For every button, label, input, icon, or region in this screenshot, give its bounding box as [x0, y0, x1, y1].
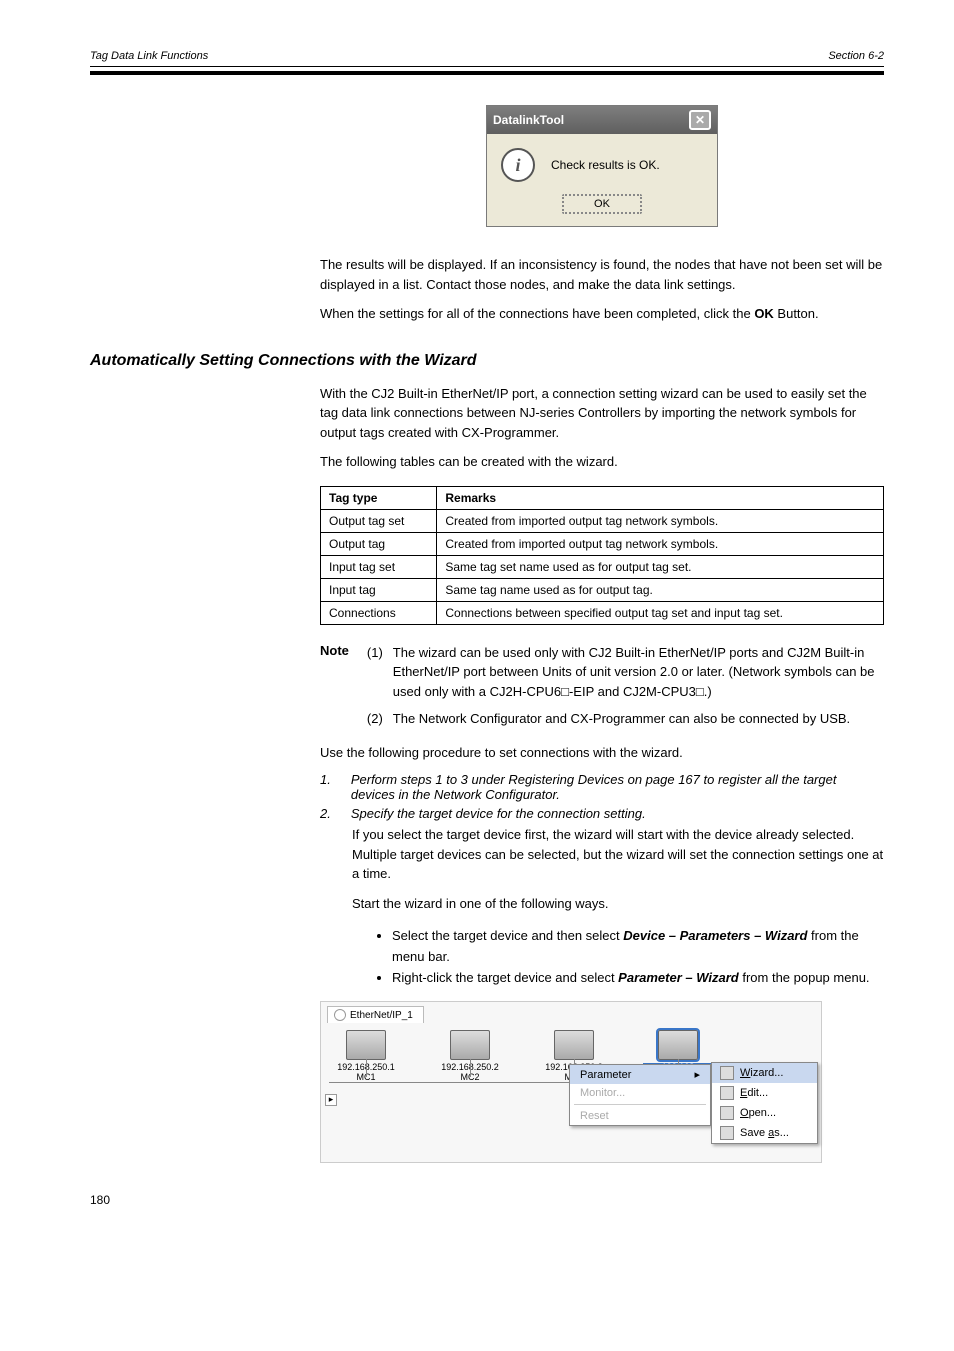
menu-monitor-label: Monitor...: [580, 1087, 625, 1099]
tab-ethernetip[interactable]: EtherNet/IP_1: [327, 1006, 424, 1023]
parameter-submenu: Wizard... Edit... Open... Save as...: [711, 1062, 818, 1144]
para-alldone: When the settings for all of the connect…: [320, 304, 884, 324]
step-2-head: 2. Specify the target device for the con…: [320, 806, 884, 821]
table-cell: Connections: [321, 601, 437, 624]
tab-circle-icon: [334, 1009, 346, 1021]
menu-reset: Reset: [570, 1107, 710, 1125]
step2-p2: Start the wizard in one of the following…: [352, 894, 884, 914]
ok-button[interactable]: OK: [562, 194, 642, 214]
note-num-1: (1): [367, 643, 383, 702]
dialog-message: Check results is OK.: [551, 158, 660, 172]
dialog-datalinktool: DatalinkTool ✕ i Check results is OK. OK: [486, 105, 718, 227]
open-icon: [720, 1106, 734, 1120]
step-1: 1. Perform steps 1 to 3 under Registerin…: [320, 772, 884, 802]
table-cell: Input tag: [321, 578, 437, 601]
menu-parameter[interactable]: Parameter ▸: [570, 1065, 710, 1084]
steps-intro: Use the following procedure to set conne…: [320, 743, 884, 763]
header-right: Section 6-2: [828, 50, 884, 62]
notes-block: Note (1) The wizard can be used only wit…: [320, 643, 884, 729]
submenu-wizard[interactable]: Wizard...: [712, 1063, 817, 1083]
device-icon: [346, 1030, 386, 1060]
table-row: Input tag setSame tag set name used as f…: [321, 555, 884, 578]
th-remarks: Remarks: [437, 486, 884, 509]
context-menu: Parameter ▸ Monitor... Reset: [569, 1064, 711, 1126]
step1-num: 1.: [320, 772, 331, 802]
note-num-2: (2): [367, 709, 383, 729]
device-icon: [554, 1030, 594, 1060]
table-cell: Created from imported output tag network…: [437, 532, 884, 555]
table-cell: Input tag set: [321, 555, 437, 578]
section-heading: Automatically Setting Connections with t…: [90, 352, 884, 370]
submenu-open-label: pen...: [749, 1107, 777, 1119]
step2-bullet-1: Select the target device and then select…: [392, 926, 884, 968]
device-node[interactable]: 192.168.250.2 MC2: [435, 1030, 505, 1083]
network-configurator-window: EtherNet/IP_1 192.168.250.1 MC1 192.168.…: [320, 1001, 822, 1163]
edit-icon: [720, 1086, 734, 1100]
submenu-edit[interactable]: Edit...: [712, 1083, 817, 1103]
close-icon[interactable]: ✕: [689, 110, 711, 130]
table-row: ConnectionsConnections between specified…: [321, 601, 884, 624]
step2-p1: If you select the target device first, t…: [352, 825, 884, 884]
table-row: Output tag setCreated from imported outp…: [321, 509, 884, 532]
expand-icon[interactable]: ▸: [325, 1094, 337, 1106]
dialog-title-text: DatalinkTool: [493, 113, 564, 127]
device-icon: [450, 1030, 490, 1060]
dialog-titlebar: DatalinkTool ✕: [487, 106, 717, 134]
table-row: Input tagSame tag name used as for outpu…: [321, 578, 884, 601]
device-node[interactable]: 192.168.250.1 MC1: [331, 1030, 401, 1083]
submenu-saveas[interactable]: Save as...: [712, 1123, 817, 1143]
step2-bullet-2: Right-click the target device and select…: [392, 968, 884, 989]
note-1: The wizard can be used only with CJ2 Bui…: [393, 643, 884, 702]
submenu-edit-label: dit...: [747, 1087, 768, 1099]
header-left: Tag Data Link Functions: [90, 50, 208, 62]
save-icon: [720, 1126, 734, 1140]
submenu-open[interactable]: Open...: [712, 1103, 817, 1123]
table-cell: Same tag name used as for output tag.: [437, 578, 884, 601]
table-cell: Connections between specified output tag…: [437, 601, 884, 624]
info-icon: i: [501, 148, 535, 182]
submenu-wizard-label: izard...: [750, 1067, 783, 1079]
note-label: Note: [320, 643, 349, 729]
tab-label: EtherNet/IP_1: [350, 1010, 413, 1021]
table-cell: Output tag: [321, 532, 437, 555]
header-rule-thick: [90, 71, 884, 75]
table-row: Output tagCreated from imported output t…: [321, 532, 884, 555]
page-number: 180: [90, 1193, 884, 1207]
table-cell: Output tag set: [321, 509, 437, 532]
menu-reset-label: Reset: [580, 1110, 609, 1122]
menu-monitor: Monitor...: [570, 1084, 710, 1102]
step2-num: 2.: [320, 806, 331, 821]
para-results: The results will be displayed. If an inc…: [320, 255, 884, 294]
table-cell: Created from imported output tag network…: [437, 509, 884, 532]
header-rule-thin: [90, 66, 884, 67]
device-icon: [658, 1030, 698, 1060]
chevron-right-icon: ▸: [694, 1068, 700, 1081]
note-2: The Network Configurator and CX-Programm…: [393, 709, 850, 729]
table-cell: Same tag set name used as for output tag…: [437, 555, 884, 578]
section-p1: With the CJ2 Built-in EtherNet/IP port, …: [320, 384, 884, 443]
th-tagtype: Tag type: [321, 486, 437, 509]
wizard-icon: [720, 1066, 734, 1080]
step1-text: Perform steps 1 to 3 under Registering D…: [351, 772, 884, 802]
submenu-saveas-label: s...: [774, 1127, 789, 1139]
tag-type-table: Tag type Remarks Output tag setCreated f…: [320, 486, 884, 625]
menu-separator: [574, 1104, 706, 1105]
step2-head-text: Specify the target device for the connec…: [351, 806, 646, 821]
section-p2: The following tables can be created with…: [320, 452, 884, 472]
menu-parameter-label: Parameter: [580, 1069, 631, 1081]
